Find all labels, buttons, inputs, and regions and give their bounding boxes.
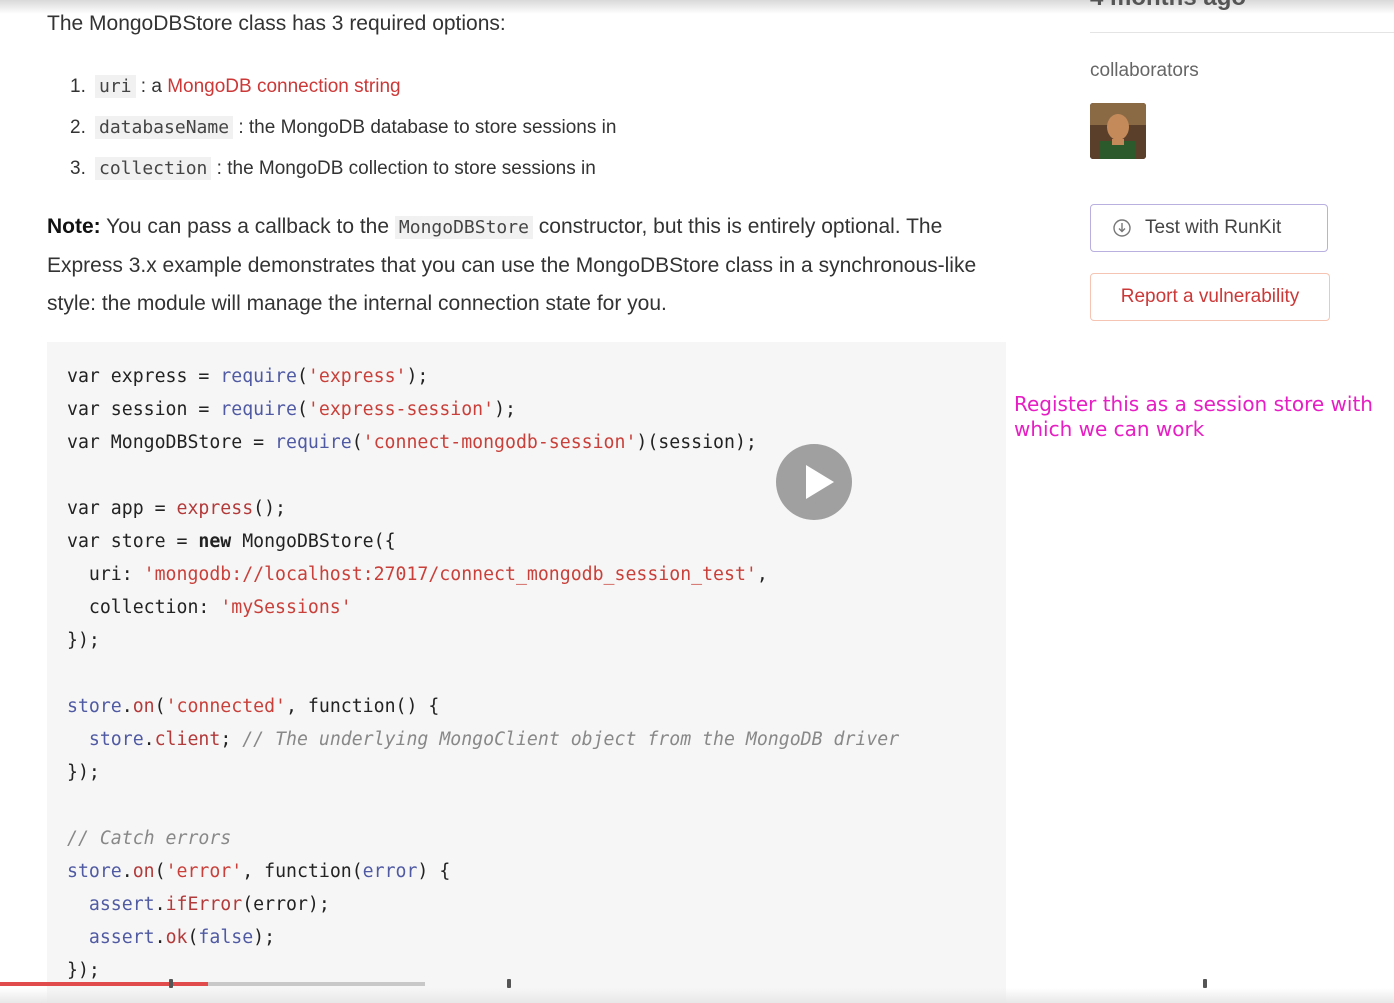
- note-text-1: You can pass a callback to the: [100, 215, 395, 238]
- note-label: Note:: [47, 215, 101, 238]
- option-number: 3.: [70, 157, 86, 179]
- collaborator-avatar[interactable]: [1090, 103, 1146, 159]
- video-controls-shade: [0, 988, 1394, 1003]
- test-with-runkit-button[interactable]: Test with RunKit: [1090, 204, 1328, 252]
- option-item-uri: 1. uri : a MongoDB connection string: [47, 66, 616, 107]
- option-code: collection: [95, 157, 212, 180]
- code-example-block: var express = require('express'); var se…: [47, 342, 1006, 1003]
- chapter-marker: [1203, 979, 1207, 988]
- option-item-databasename: 2. databaseName : the MongoDB database t…: [47, 107, 616, 148]
- option-separator: :: [233, 116, 249, 138]
- option-description: the MongoDB collection to store sessions…: [227, 157, 596, 179]
- note-paragraph: Note: You can pass a callback to the Mon…: [47, 208, 1007, 323]
- note-code: MongoDBStore: [394, 216, 533, 239]
- last-publish-time: 4 months ago: [1090, 0, 1246, 12]
- collaborators-heading: collaborators: [1090, 60, 1199, 81]
- runkit-label: Test with RunKit: [1145, 217, 1282, 238]
- vulnerability-label: Report a vulnerability: [1120, 286, 1300, 307]
- option-separator: : a: [135, 75, 168, 97]
- option-number: 2.: [70, 116, 86, 138]
- report-vulnerability-button[interactable]: Report a vulnerability: [1090, 273, 1330, 321]
- chapter-marker: [507, 979, 511, 988]
- option-code: uri: [95, 75, 136, 98]
- options-intro: The MongoDBStore class has 3 required op…: [47, 12, 506, 35]
- option-number: 1.: [70, 75, 86, 97]
- sidebar-divider: [1090, 32, 1394, 33]
- video-progress-fill: [0, 982, 208, 986]
- avatar-image: [1090, 103, 1146, 159]
- mongodb-connection-string-link[interactable]: MongoDB connection string: [167, 76, 400, 98]
- video-annotation: Register this as a session store with wh…: [1014, 392, 1373, 441]
- option-item-collection: 3. collection : the MongoDB collection t…: [47, 148, 616, 189]
- play-button[interactable]: [776, 444, 852, 520]
- option-code: databaseName: [95, 116, 234, 139]
- code-listing: var express = require('express'); var se…: [67, 366, 900, 981]
- runkit-icon: [1113, 219, 1131, 237]
- chapter-marker: [169, 979, 173, 988]
- required-options-list: 1. uri : a MongoDB connection string 2. …: [47, 66, 616, 189]
- option-description: the MongoDB database to store sessions i…: [248, 116, 617, 138]
- option-separator: :: [211, 157, 228, 179]
